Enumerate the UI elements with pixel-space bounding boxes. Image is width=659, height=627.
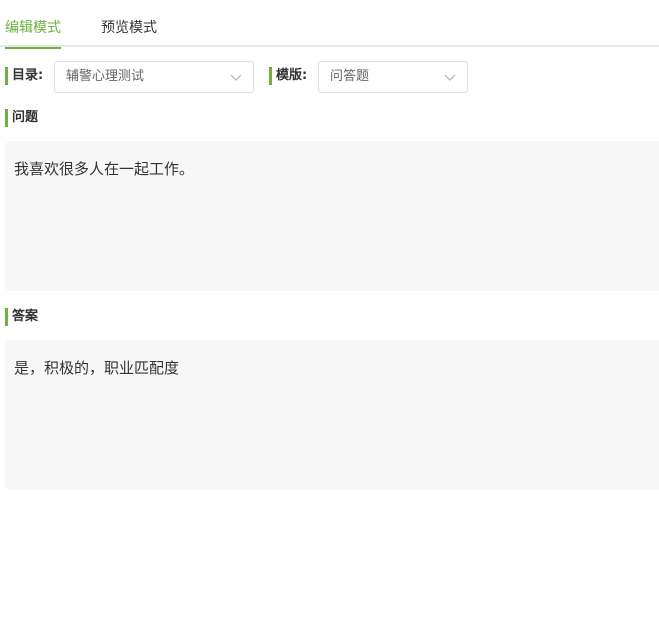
answer-textarea[interactable]: 是，积极的，职业匹配度 <box>5 340 659 490</box>
template-select-value: 问答题 <box>330 69 370 84</box>
answer-text: 是，积极的，职业匹配度 <box>14 359 180 377</box>
catalog-select[interactable]: 辅警心理测试 <box>54 61 254 93</box>
chevron-down-icon <box>444 74 456 81</box>
question-label: 问题 <box>12 110 39 125</box>
answer-label: 答案 <box>12 309 39 324</box>
chevron-down-icon <box>230 74 242 81</box>
catalog-label: 目录: <box>12 68 44 83</box>
question-text: 我喜欢很多人在一起工作。 <box>14 160 195 178</box>
tab-preview-mode[interactable]: 预览模式 <box>101 18 157 47</box>
mode-tabs: 编辑模式 预览模式 <box>0 0 659 49</box>
catalog-label-bar <box>5 67 8 85</box>
template-label-bar <box>269 67 272 85</box>
template-label: 模版: <box>276 68 308 83</box>
answer-label-bar <box>5 308 8 326</box>
question-textarea[interactable]: 我喜欢很多人在一起工作。 <box>5 141 659 291</box>
question-label-bar <box>5 109 8 127</box>
tab-edit-mode[interactable]: 编辑模式 <box>5 18 61 49</box>
catalog-select-value: 辅警心理测试 <box>66 69 145 84</box>
template-select[interactable]: 问答题 <box>318 61 468 93</box>
